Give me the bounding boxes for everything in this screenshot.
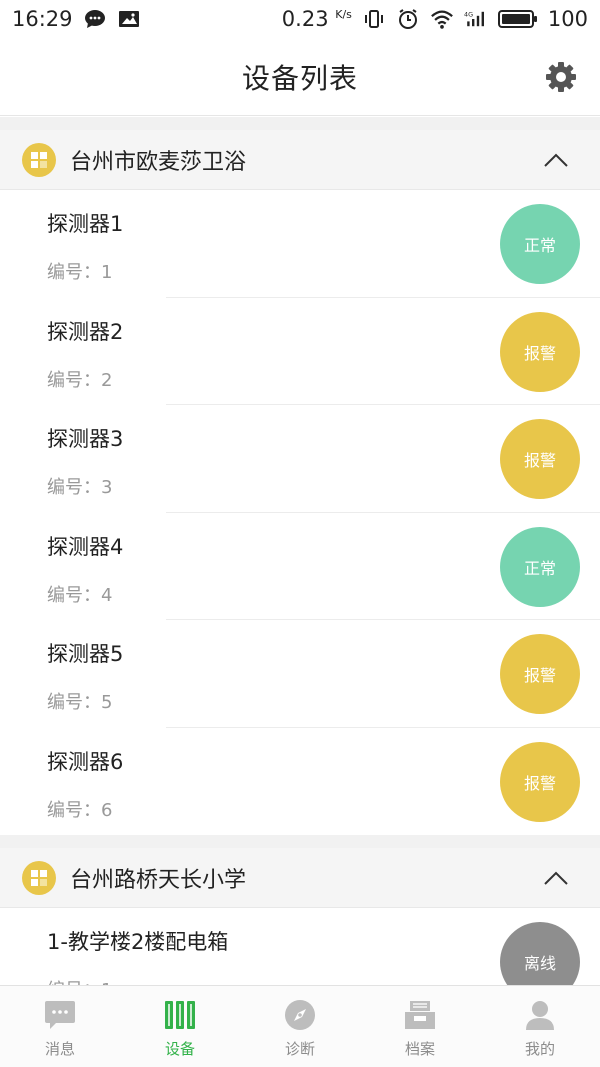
device-name: 探测器4 bbox=[47, 534, 124, 559]
device-rows: 1-教学楼2楼配电箱编号：1 离线 bbox=[0, 908, 600, 985]
tab-label: 设备 bbox=[164, 1040, 195, 1058]
device-icon bbox=[163, 998, 197, 1032]
device-row[interactable]: 探测器3 编号：3 报警 bbox=[0, 405, 600, 513]
device-name: 探测器3 bbox=[47, 427, 124, 451]
group-header[interactable]: 台州路桥天长小学 bbox=[0, 848, 600, 908]
cellular-signal-icon: 4G bbox=[464, 8, 488, 30]
device-group: 台州路桥天长小学 1-教学楼2楼配电箱编号：1 离线 bbox=[0, 848, 600, 985]
gear-icon bbox=[546, 62, 576, 92]
device-name: 探测器5 bbox=[47, 642, 124, 666]
device-status-badge[interactable]: 正常 bbox=[500, 204, 580, 284]
vibrate-icon bbox=[362, 8, 386, 30]
archive-icon bbox=[403, 998, 437, 1032]
status-left: 16:29 bbox=[12, 7, 141, 31]
chevron-up-icon[interactable] bbox=[542, 146, 570, 174]
device-code: 编号：5 bbox=[47, 692, 113, 713]
network-speed: 0.23 K/s bbox=[282, 7, 352, 31]
message-icon bbox=[43, 998, 77, 1032]
network-speed-value: 0.23 bbox=[281, 7, 329, 31]
device-row[interactable]: 探测器5 编号：5 报警 bbox=[0, 620, 600, 728]
bottom-nav: 消息 设备 诊断 档案 我的 bbox=[0, 985, 600, 1067]
status-bar: 16:29 0.23 K/s 4G 100 bbox=[0, 0, 600, 38]
device-rows: 探测器1 编号：1 正常 探测器2 编号：2 报警 探测器3 编号：3 报警 探测器4 编号：4 正常… bbox=[0, 190, 600, 835]
tab-devices[interactable]: 设备 bbox=[120, 986, 240, 1067]
device-status-badge[interactable]: 报警 bbox=[500, 634, 580, 714]
image-notification-icon bbox=[117, 8, 141, 30]
tab-mine[interactable]: 我的 bbox=[480, 986, 600, 1067]
device-row[interactable]: 探测器6 编号：6 报警 bbox=[0, 727, 600, 835]
device-name: 探测器1 bbox=[47, 212, 124, 236]
alarm-clock-icon bbox=[396, 8, 420, 30]
device-status-badge[interactable]: 正常 bbox=[500, 526, 580, 607]
device-group: 台州市欧麦莎卫浴 探测器1 编号：1 正常 探测器2 编号：2 报警 探测器3 编号：3 报警探… bbox=[0, 130, 600, 835]
chevron-up-icon[interactable] bbox=[542, 864, 570, 892]
device-row[interactable]: 探测器2 编号：2 报警 bbox=[0, 297, 600, 405]
tab-label: 我的 bbox=[524, 1040, 555, 1058]
user-icon bbox=[523, 998, 557, 1032]
network-speed-unit: K/s bbox=[335, 8, 352, 21]
device-name: 探测器6 bbox=[47, 749, 124, 774]
organization-icon bbox=[22, 860, 56, 895]
device-code: 编号：3 bbox=[47, 477, 113, 498]
battery-level: 100 bbox=[547, 7, 588, 31]
organization-icon bbox=[22, 142, 56, 177]
device-status-badge[interactable]: 报警 bbox=[500, 311, 580, 392]
device-code: 编号：6 bbox=[47, 799, 113, 821]
device-list[interactable]: 台州市欧麦莎卫浴 探测器1 编号：1 正常 探测器2 编号：2 报警 探测器3 编号：3 报警探… bbox=[0, 117, 600, 985]
device-name: 1-教学楼2楼配电箱 bbox=[47, 930, 229, 954]
device-code: 编号：2 bbox=[47, 369, 113, 391]
page-title: 设备列表 bbox=[241, 61, 358, 95]
chat-notification-icon bbox=[83, 8, 107, 30]
compass-icon bbox=[283, 998, 317, 1032]
tab-diagnosis[interactable]: 诊断 bbox=[240, 986, 360, 1067]
group-header[interactable]: 台州市欧麦莎卫浴 bbox=[0, 130, 600, 190]
device-code: 编号：4 bbox=[47, 584, 113, 606]
device-code: 编号：1 bbox=[47, 262, 113, 283]
app-header: 设备列表 bbox=[0, 38, 600, 116]
status-time: 16:29 bbox=[12, 7, 73, 31]
tab-messages[interactable]: 消息 bbox=[0, 986, 120, 1067]
settings-button[interactable] bbox=[544, 60, 578, 94]
tab-label: 诊断 bbox=[284, 1040, 315, 1058]
status-right: 0.23 K/s 4G 100 bbox=[282, 7, 588, 31]
device-code: 编号：1 bbox=[47, 976, 112, 985]
device-status-badge[interactable]: 报警 bbox=[500, 419, 580, 499]
battery-icon bbox=[497, 8, 538, 30]
device-status-badge[interactable]: 报警 bbox=[500, 741, 580, 822]
tab-label: 消息 bbox=[44, 1040, 75, 1058]
tab-archive[interactable]: 档案 bbox=[360, 986, 480, 1067]
device-row[interactable]: 探测器1 编号：1 正常 bbox=[0, 190, 600, 298]
tab-label: 档案 bbox=[404, 1040, 435, 1058]
svg-text:4G: 4G bbox=[464, 11, 473, 19]
device-row[interactable]: 探测器4 编号：4 正常 bbox=[0, 512, 600, 620]
device-row[interactable]: 1-教学楼2楼配电箱编号：1 离线 bbox=[0, 908, 600, 985]
wifi-icon bbox=[430, 8, 454, 30]
group-name: 台州市欧麦莎卫浴 bbox=[70, 149, 247, 175]
device-status-badge[interactable]: 离线 bbox=[500, 922, 580, 985]
device-name: 探测器2 bbox=[47, 319, 124, 344]
group-name: 台州路桥天长小学 bbox=[70, 867, 247, 893]
